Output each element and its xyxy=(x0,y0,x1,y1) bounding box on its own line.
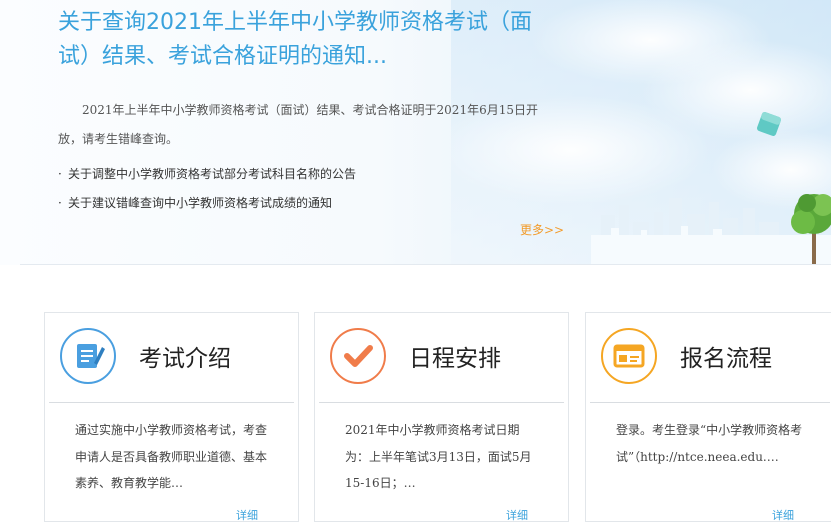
card-exam-intro[interactable]: 考试介绍 通过实施中小学教师资格考试，考查申请人是否具备教师职业道德、基本素养、… xyxy=(44,312,299,522)
card-schedule[interactable]: 日程安排 2021年中小学教师资格考试日期为：上半年笔试3月13日，面试5月15… xyxy=(314,312,569,522)
card-more-link[interactable]: 详细 xyxy=(506,507,528,523)
card-description: 通过实施中小学教师资格考试，考查申请人是否具备教师职业道德、基本素养、教育教学能… xyxy=(75,423,268,490)
banner-divider xyxy=(20,264,831,265)
news-list-item-label[interactable]: 关于调整中小学教师资格考试部分考试科目名称的公告 xyxy=(68,167,356,181)
card-description: 2021年中小学教师资格考试日期为：上半年笔试3月13日，面试5月15-16日；… xyxy=(345,423,532,490)
bullet-icon: · xyxy=(58,196,62,210)
news-list: · 关于调整中小学教师资格考试部分考试科目名称的公告 · 关于建议错峰查询中小学教师… xyxy=(58,160,356,218)
news-list-item[interactable]: · 关于建议错峰查询中小学教师资格考试成绩的通知 xyxy=(58,189,356,218)
news-summary: 2021年上半年中小学教师资格考试（面试）结果、考试合格证明于2021年6月15… xyxy=(58,103,538,146)
card-registration-process[interactable]: 报名流程 登录。考生登录“中小学教师资格考试”（http://ntce.neea… xyxy=(585,312,831,522)
bullet-icon: · xyxy=(58,167,62,181)
news-list-item-label[interactable]: 关于建议错峰查询中小学教师资格考试成绩的通知 xyxy=(68,196,332,210)
card-divider xyxy=(49,402,294,403)
card-divider xyxy=(319,402,564,403)
card-title[interactable]: 日程安排 xyxy=(409,339,501,373)
card-title[interactable]: 报名流程 xyxy=(680,339,772,373)
checkmark-icon xyxy=(330,328,386,384)
document-pen-icon xyxy=(60,328,116,384)
news-banner: 关于查询2021年上半年中小学教师资格考试（面试）结果、考试合格证明的通知...… xyxy=(0,0,831,265)
news-more-link[interactable]: 更多>> xyxy=(520,221,564,238)
card-title[interactable]: 考试介绍 xyxy=(139,339,231,373)
card-divider xyxy=(590,402,830,403)
card-more-link[interactable]: 详细 xyxy=(772,507,794,523)
card-more-link[interactable]: 详细 xyxy=(236,507,258,523)
news-title[interactable]: 关于查询2021年上半年中小学教师资格考试（面试）结果、考试合格证明的通知... xyxy=(58,6,538,74)
news-list-item[interactable]: · 关于调整中小学教师资格考试部分考试科目名称的公告 xyxy=(58,160,356,189)
card-description: 登录。考生登录“中小学教师资格考试”（http://ntce.neea.edu.… xyxy=(616,423,803,464)
registration-card-icon xyxy=(601,328,657,384)
